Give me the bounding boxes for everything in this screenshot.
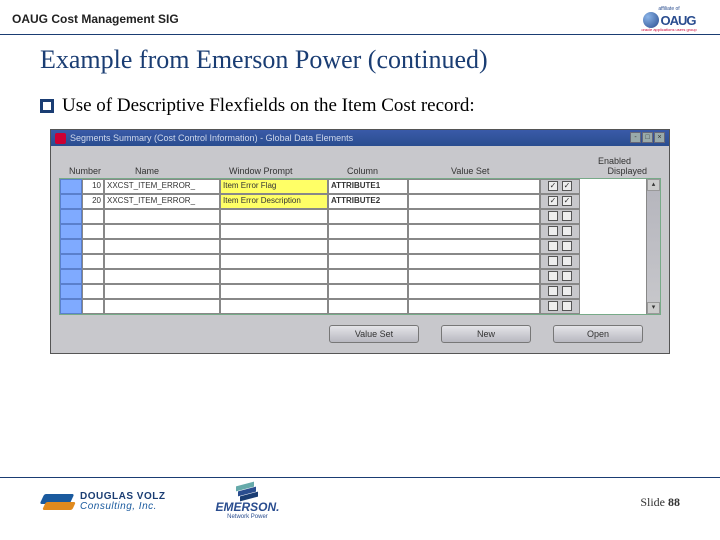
table-row[interactable] [60,224,660,239]
close-icon[interactable]: × [654,132,665,143]
value-set-button[interactable]: Value Set [329,325,419,343]
douglas-volz-logo: DOUGLAS VOLZ Consulting, Inc. [40,490,165,514]
cell-checks: ✓ ✓ [540,179,580,194]
enabled-checkbox[interactable]: ✓ [548,181,558,191]
cell-checks: ✓ ✓ [540,194,580,209]
cell-prompt[interactable]: Item Error Description [220,194,328,209]
table-row[interactable] [60,239,660,254]
slide-number: Slide 88 [640,495,680,510]
oaug-text: OAUG [661,13,696,28]
new-button[interactable]: New [441,325,531,343]
hdr-enabled: Enabled [598,156,631,166]
cell-seq[interactable]: 10 [82,179,104,194]
table-row[interactable] [60,254,660,269]
table-row[interactable] [60,209,660,224]
dv-line2: Consulting, Inc. [80,502,165,512]
globe-icon [643,12,659,28]
cell-prompt[interactable]: Item Error Flag [220,179,328,194]
window-title: Segments Summary (Cost Control Informati… [70,133,353,143]
bullet-icon [40,99,54,113]
table-row[interactable]: 20 XXCST_ITEM_ERROR_ Item Error Descript… [60,194,660,209]
oaug-tagline: oracle applications users group [641,28,696,32]
header-rule [0,34,720,35]
row-selector[interactable] [60,194,82,209]
scroll-up-icon[interactable]: ▴ [647,179,660,191]
cell-name[interactable]: XXCST_ITEM_ERROR_ [104,179,220,194]
oracle-icon [55,133,66,144]
cell-name[interactable]: XXCST_ITEM_ERROR_ [104,194,220,209]
table-row[interactable] [60,284,660,299]
dv-mark-icon [40,490,76,514]
cell-column[interactable]: ATTRIBUTE2 [328,194,408,209]
cell-valueset[interactable] [408,194,540,209]
scroll-down-icon[interactable]: ▾ [647,302,660,314]
cell-valueset[interactable] [408,179,540,194]
hdr-prompt: Window Prompt [229,166,293,176]
emerson-logo: EMERSON. Network Power [215,484,279,520]
segments-grid: 10 XXCST_ITEM_ERROR_ Item Error Flag ATT… [59,178,661,315]
table-row[interactable] [60,299,660,314]
page-title: Example from Emerson Power (continued) [40,45,680,75]
sig-title: OAUG Cost Management SIG [12,12,179,26]
hdr-column: Column [347,166,378,176]
table-row[interactable]: 10 XXCST_ITEM_ERROR_ Item Error Flag ATT… [60,179,660,194]
hdr-valueset: Value Set [451,166,489,176]
hdr-displayed: Displayed [607,166,647,176]
oracle-forms-window: Segments Summary (Cost Control Informati… [50,129,670,354]
minimize-icon[interactable]: ‐ [630,132,641,143]
window-titlebar[interactable]: Segments Summary (Cost Control Informati… [51,130,669,146]
cell-seq[interactable]: 20 [82,194,104,209]
table-row[interactable] [60,269,660,284]
row-selector[interactable] [60,179,82,194]
enabled-checkbox[interactable]: ✓ [548,196,558,206]
hdr-number: Number [69,166,101,176]
emerson-mark-icon [236,484,258,500]
displayed-checkbox[interactable]: ✓ [562,181,572,191]
scrollbar[interactable]: ▴ ▾ [646,179,660,314]
maximize-icon[interactable]: □ [642,132,653,143]
bullet-text: Use of Descriptive Flexfields on the Ite… [62,95,475,117]
open-button[interactable]: Open [553,325,643,343]
cell-column[interactable]: ATTRIBUTE1 [328,179,408,194]
oaug-logo: affiliate of OAUG oracle applications us… [630,6,708,32]
em-line1: EMERSON. [215,500,279,514]
displayed-checkbox[interactable]: ✓ [562,196,572,206]
em-line2: Network Power [227,514,268,520]
hdr-name: Name [135,166,159,176]
